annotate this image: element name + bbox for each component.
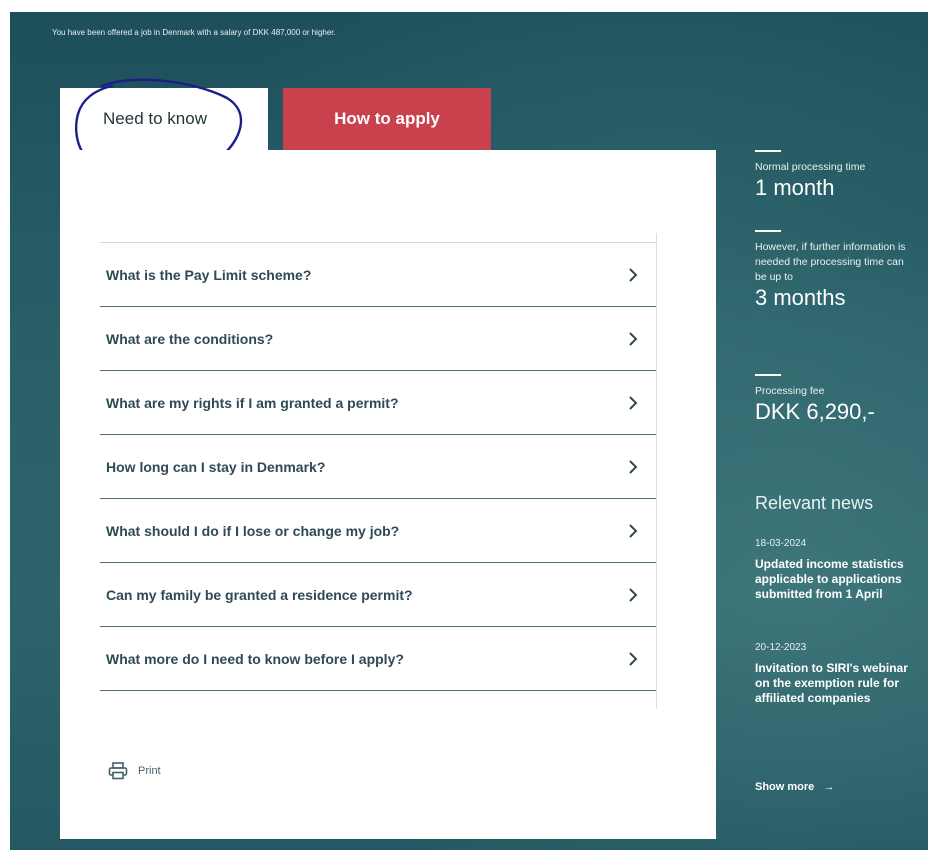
chevron-right-icon	[629, 459, 638, 474]
question-item-family-permit[interactable]: Can my family be granted a residence per…	[100, 563, 657, 627]
intro-text: You have been offered a job in Denmark w…	[52, 28, 336, 37]
chevron-right-icon	[629, 651, 638, 666]
question-label: What is the Pay Limit scheme?	[106, 266, 312, 283]
tab-need-to-know[interactable]: Need to know	[60, 88, 268, 150]
show-more-link[interactable]: Show more →	[755, 781, 834, 793]
chevron-right-icon	[629, 267, 638, 282]
news-item: 18-03-2024 Updated income statistics app…	[755, 538, 915, 602]
chevron-right-icon	[629, 587, 638, 602]
news-item: 20-12-2023 Invitation to SIRI's webinar …	[755, 642, 915, 706]
printer-icon	[108, 762, 128, 780]
arrow-right-icon: →	[817, 781, 835, 793]
processing-time-value: 1 month	[755, 175, 835, 200]
chevron-right-icon	[629, 395, 638, 410]
divider	[755, 374, 781, 376]
print-button[interactable]: Print	[108, 762, 161, 780]
chevron-right-icon	[629, 331, 638, 346]
extended-processing-value: 3 months	[755, 285, 846, 310]
question-label: How long can I stay in Denmark?	[106, 458, 326, 475]
processing-fee-block: Processing fee DKK 6,290,-	[755, 374, 915, 425]
extended-processing-label: However, if further information is neede…	[755, 241, 906, 283]
print-label: Print	[138, 765, 161, 777]
tab-how-to-apply[interactable]: How to apply	[283, 88, 491, 150]
divider	[755, 150, 781, 152]
processing-fee-value: DKK 6,290,-	[755, 399, 875, 424]
processing-time-block: Normal processing time 1 month	[755, 150, 915, 201]
question-item-conditions[interactable]: What are the conditions?	[100, 307, 657, 371]
processing-time-label: Normal processing time	[755, 161, 866, 173]
extended-processing-block: However, if further information is neede…	[755, 230, 915, 311]
news-link[interactable]: Invitation to SIRI's webinar on the exem…	[755, 661, 915, 706]
question-item-rights[interactable]: What are my rights if I am granted a per…	[100, 371, 657, 435]
question-label: Can my family be granted a residence per…	[106, 586, 413, 603]
processing-fee-label: Processing fee	[755, 385, 825, 397]
question-label: What more do I need to know before I app…	[106, 650, 404, 667]
news-link[interactable]: Updated income statistics applicable to …	[755, 557, 915, 602]
question-list: What is the Pay Limit scheme? What are t…	[100, 233, 657, 709]
question-item-stay-duration[interactable]: How long can I stay in Denmark?	[100, 435, 657, 499]
question-label: What are my rights if I am granted a per…	[106, 394, 399, 411]
chevron-right-icon	[629, 523, 638, 538]
question-item-pay-limit-scheme[interactable]: What is the Pay Limit scheme?	[100, 243, 657, 307]
question-item-before-apply[interactable]: What more do I need to know before I app…	[100, 627, 657, 691]
show-more-label: Show more	[755, 781, 815, 793]
question-label: What should I do if I lose or change my …	[106, 522, 400, 539]
content-panel: What is the Pay Limit scheme? What are t…	[60, 150, 716, 839]
relevant-news-heading: Relevant news	[755, 493, 874, 513]
news-date: 18-03-2024	[755, 538, 807, 549]
news-date: 20-12-2023	[755, 642, 807, 653]
divider	[755, 230, 781, 232]
question-label: What are the conditions?	[106, 330, 274, 347]
question-item-lose-job[interactable]: What should I do if I lose or change my …	[100, 499, 657, 563]
